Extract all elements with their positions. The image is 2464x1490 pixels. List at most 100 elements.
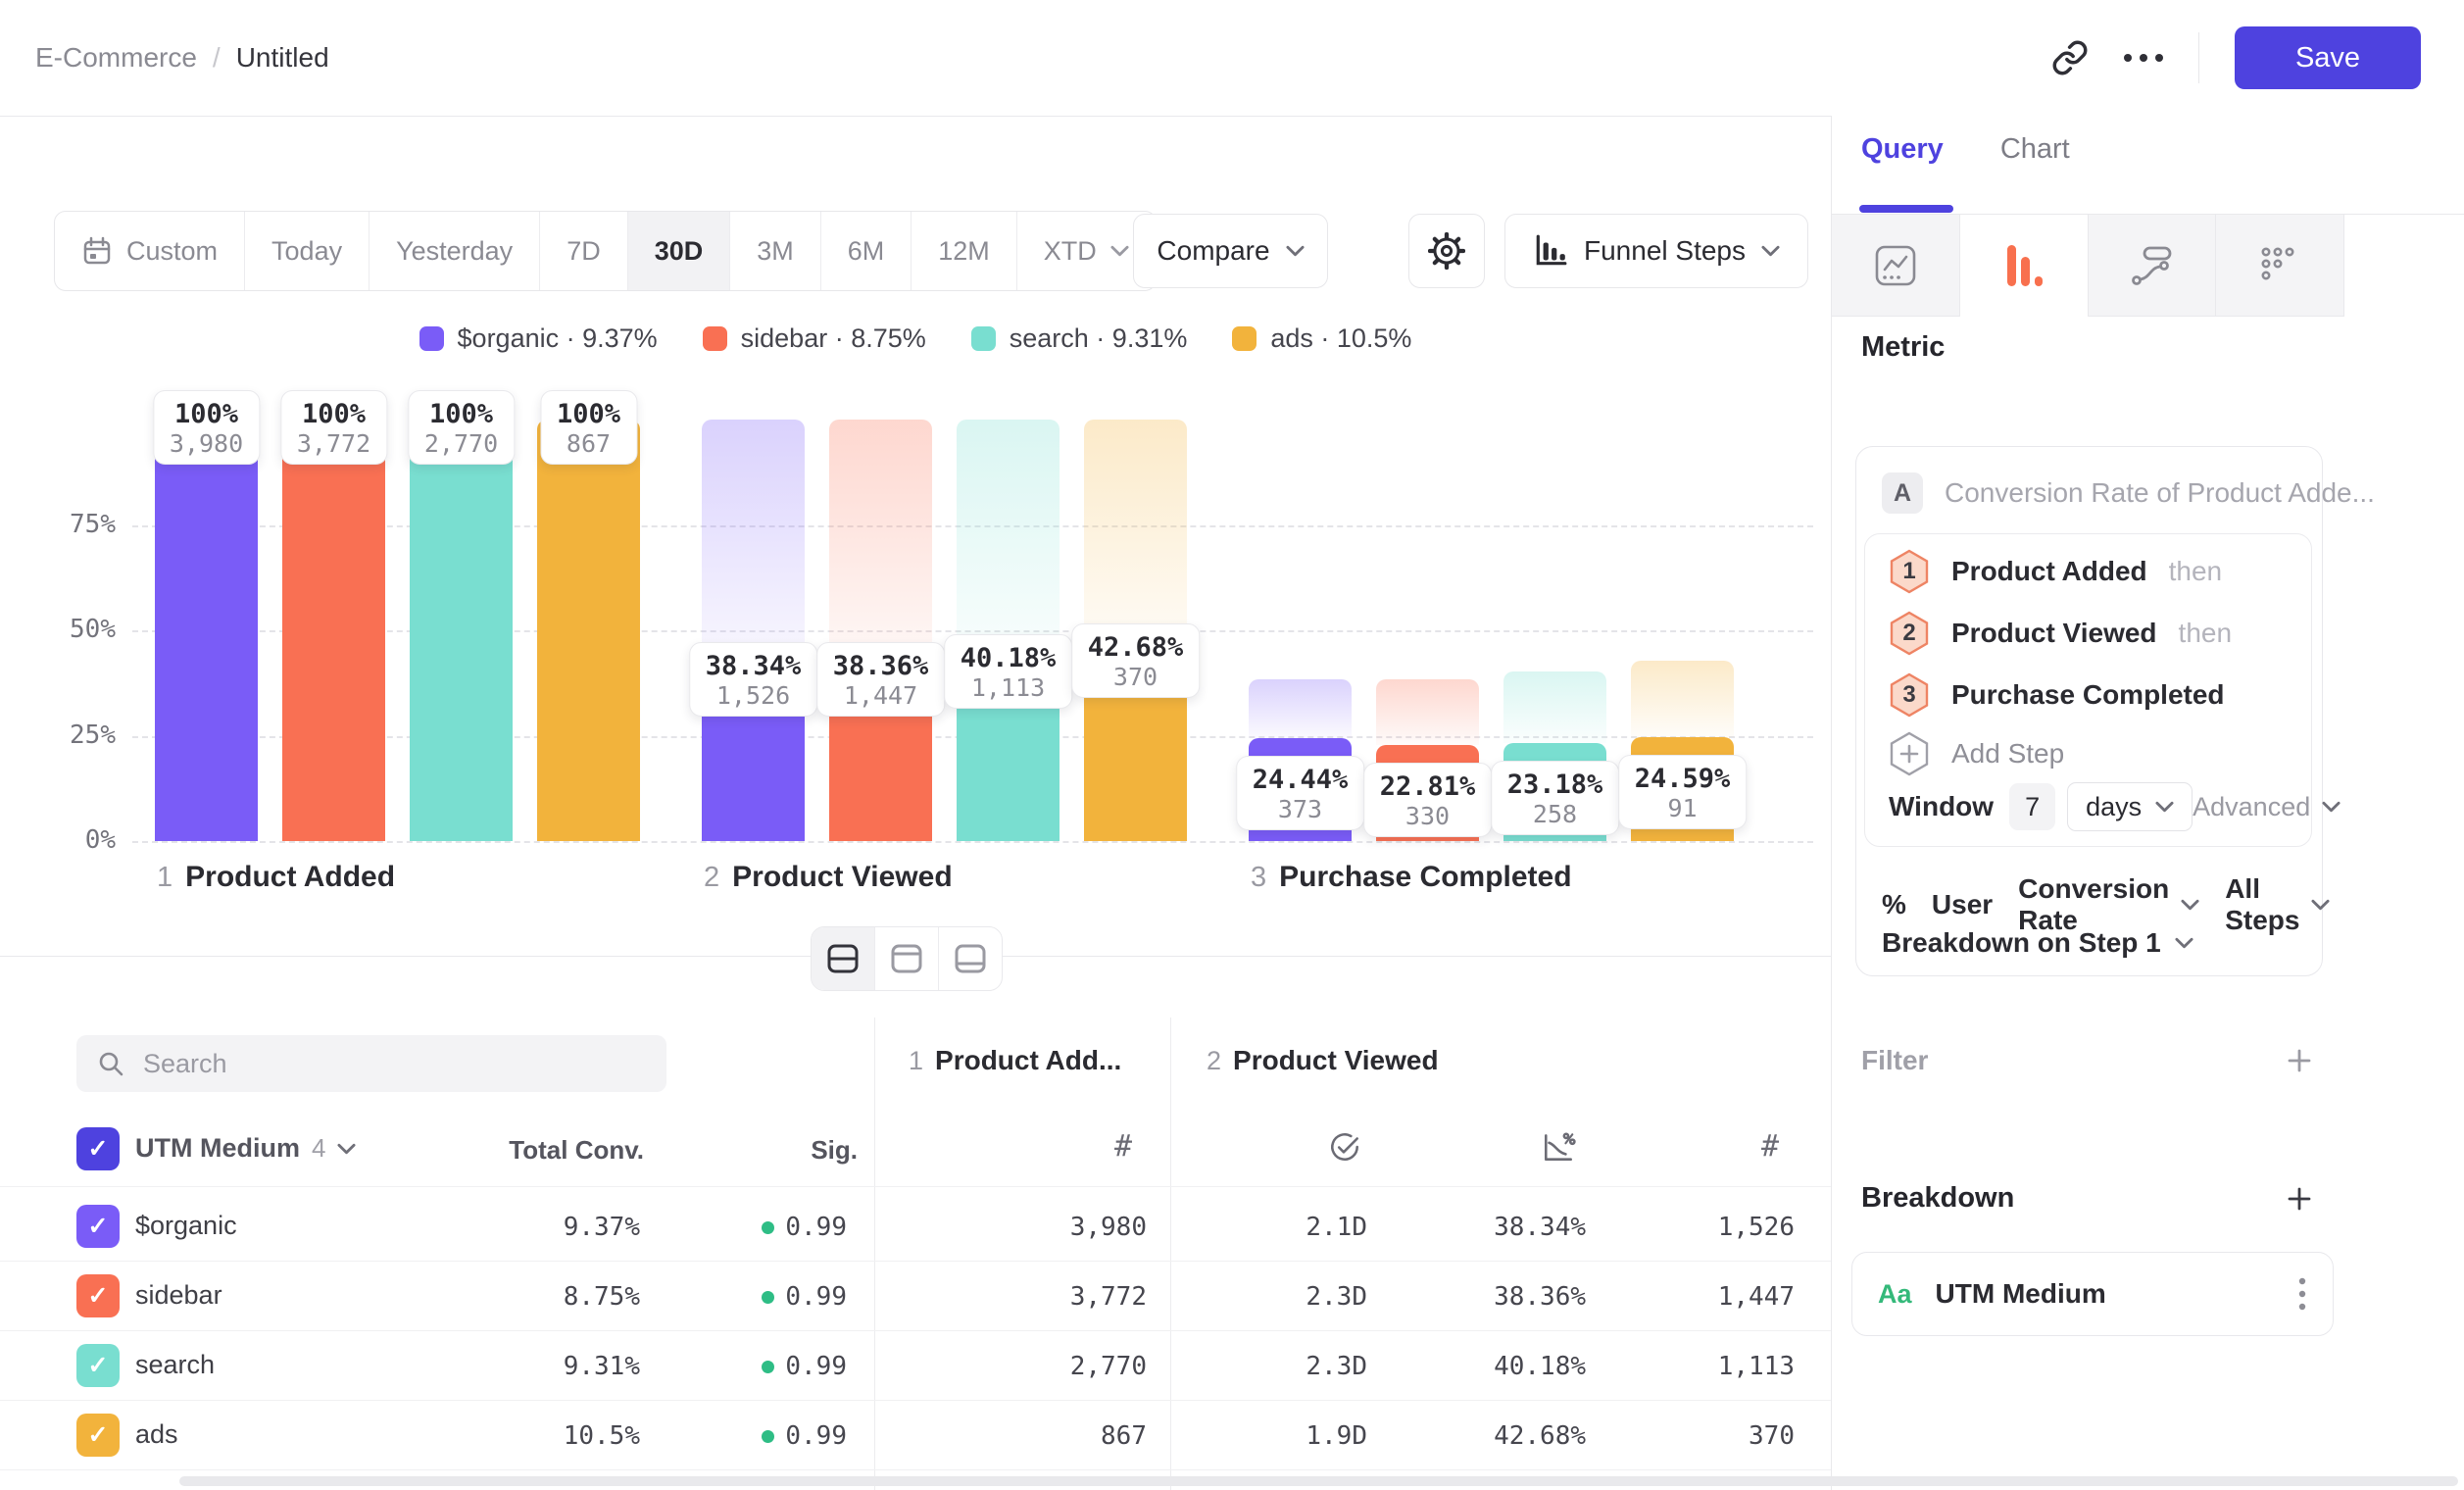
report-type-retention[interactable] xyxy=(2216,215,2344,317)
sig-value: 0.99 xyxy=(700,1213,847,1242)
advanced-toggle[interactable]: Advanced xyxy=(2193,792,2341,822)
date-range-custom[interactable]: Custom xyxy=(55,212,245,290)
share-link-icon[interactable] xyxy=(2051,39,2089,76)
row-checkbox[interactable]: ✓ xyxy=(76,1414,120,1457)
total-conv-header[interactable]: Total Conv. xyxy=(448,1135,644,1166)
add-filter-icon[interactable] xyxy=(2285,1046,2314,1075)
window-unit-select[interactable]: days xyxy=(2067,782,2193,831)
sig-header[interactable]: Sig. xyxy=(760,1135,858,1166)
chevron-down-icon xyxy=(2322,801,2341,813)
bar-value-label: 38.36%1,447 xyxy=(816,642,946,717)
window-value-input[interactable]: 7 xyxy=(2009,783,2055,830)
query-step-1[interactable]: 1Product Addedthen xyxy=(1889,544,2222,599)
breakdown-on-selector[interactable]: Breakdown on Step 1 xyxy=(1882,927,2193,959)
date-range-label: XTD xyxy=(1044,236,1097,267)
breakdown-on-label: Breakdown on Step 1 xyxy=(1882,927,2161,959)
date-range-today[interactable]: Today xyxy=(245,212,370,290)
bar-value-label: 38.34%1,526 xyxy=(689,642,818,717)
date-range-30d[interactable]: 30D xyxy=(628,212,731,290)
legend-item-organic[interactable]: $organic · 9.37% xyxy=(419,323,658,354)
gridline xyxy=(132,841,1813,843)
breakdown-property-card[interactable]: Aa UTM Medium xyxy=(1851,1252,2334,1336)
horizontal-scrollbar[interactable] xyxy=(179,1476,2458,1486)
date-range-label: 3M xyxy=(757,236,794,267)
y-tick-label: 50% xyxy=(27,615,116,644)
funnel-bar-sidebar-step1[interactable] xyxy=(282,420,385,841)
row-checkbox[interactable]: ✓ xyxy=(76,1344,120,1387)
report-type-flows[interactable] xyxy=(2089,215,2217,317)
report-type-tabs xyxy=(1832,215,2344,317)
step1-count: 3,772 xyxy=(941,1282,1147,1312)
chart-type-button[interactable]: Funnel Steps xyxy=(1504,214,1808,288)
row-checkbox[interactable]: ✓ xyxy=(76,1274,120,1317)
tab-chart[interactable]: Chart xyxy=(2000,133,2070,166)
metric-series-row[interactable]: A Conversion Rate of Product Adde... xyxy=(1882,472,2375,514)
entity-selector[interactable]: User xyxy=(1932,889,1993,920)
legend-item-ads[interactable]: ads · 10.5% xyxy=(1232,323,1411,354)
scope-selector[interactable]: All Steps xyxy=(2225,873,2330,936)
add-step-button[interactable]: Add Step xyxy=(1889,728,2064,779)
breakdown-column-header[interactable]: UTM Medium 4 xyxy=(135,1133,356,1164)
date-range-label: 6M xyxy=(848,236,885,267)
save-button[interactable]: Save xyxy=(2235,26,2421,89)
table-header-row: ✓ UTM Medium 4 Total Conv. Sig. # # xyxy=(0,1114,1831,1187)
funnel-ghost-bar xyxy=(702,420,805,679)
layout-toggle-split-view[interactable] xyxy=(812,927,875,990)
count-column-icon[interactable]: # xyxy=(1743,1129,1798,1164)
date-range-3m[interactable]: 3M xyxy=(730,212,821,290)
search-input[interactable] xyxy=(141,1048,647,1080)
select-all-checkbox[interactable]: ✓ xyxy=(76,1127,120,1170)
legend-item-sidebar[interactable]: sidebar · 8.75% xyxy=(703,323,926,354)
query-step-3[interactable]: 3Purchase Completed xyxy=(1889,668,2225,722)
y-tick-label: 0% xyxy=(27,825,116,855)
compare-button[interactable]: Compare xyxy=(1133,214,1328,288)
funnel-ghost-bar xyxy=(1631,661,1734,737)
step2-avg-time: 2.3D xyxy=(1161,1282,1367,1312)
table-row-ads[interactable]: ✓ads10.5%0.998671.9D42.68%370 xyxy=(0,1400,1831,1470)
step2-avg-time: 1.9D xyxy=(1161,1421,1367,1451)
legend-item-search[interactable]: search · 9.31% xyxy=(971,323,1188,354)
layout-toggle-chart-view[interactable] xyxy=(875,927,939,990)
table-search xyxy=(76,1035,666,1092)
total-conv-value: 8.75% xyxy=(434,1282,640,1312)
tab-query[interactable]: Query xyxy=(1861,133,1944,166)
table-row-organic[interactable]: ✓$organic9.37%0.993,9802.1D38.34%1,526 xyxy=(0,1191,1831,1262)
table-row-sidebar[interactable]: ✓sidebar8.75%0.993,7722.3D38.36%1,447 xyxy=(0,1261,1831,1331)
layout-toggle-table-view[interactable] xyxy=(939,927,1002,990)
table-row-search[interactable]: ✓search9.31%0.992,7702.3D40.18%1,113 xyxy=(0,1330,1831,1401)
row-name: search xyxy=(135,1350,215,1380)
date-range-7d[interactable]: 7D xyxy=(540,212,628,290)
date-range-yesterday[interactable]: Yesterday xyxy=(370,212,540,290)
kebab-menu-icon[interactable] xyxy=(2297,1276,2307,1312)
step-number-hexagon: 1 xyxy=(1889,549,1930,594)
breadcrumb-project[interactable]: E-Commerce xyxy=(35,42,197,74)
breadcrumb-report-title[interactable]: Untitled xyxy=(236,42,329,74)
chart-settings-button[interactable] xyxy=(1408,214,1485,288)
more-options-icon[interactable] xyxy=(2124,54,2163,62)
chevron-down-icon xyxy=(337,1143,356,1155)
sig-dot xyxy=(762,1361,774,1373)
step2-count: 370 xyxy=(1589,1421,1795,1451)
legend-label: ads · 10.5% xyxy=(1270,323,1411,354)
avg-time-column-icon[interactable] xyxy=(1317,1129,1372,1169)
date-range-6m[interactable]: 6M xyxy=(821,212,912,290)
funnel-bar-ads-step1[interactable] xyxy=(537,420,640,841)
table-step2-header: 2 Product Viewed xyxy=(1207,1045,1439,1076)
count-column-icon[interactable]: # xyxy=(1096,1129,1151,1164)
report-type-insights[interactable] xyxy=(1832,215,1960,317)
conv-rate-column-icon[interactable] xyxy=(1531,1129,1586,1169)
add-breakdown-icon[interactable] xyxy=(2285,1184,2314,1214)
query-step-2[interactable]: 2Product Viewedthen xyxy=(1889,606,2232,661)
chart-type-label: Funnel Steps xyxy=(1584,235,1746,267)
bar-value-label: 42.68%370 xyxy=(1071,623,1201,698)
sig-dot xyxy=(762,1291,774,1304)
funnel-bar-search-step1[interactable] xyxy=(410,420,513,841)
legend-swatch xyxy=(703,326,727,351)
date-range-12m[interactable]: 12M xyxy=(912,212,1017,290)
funnel-ghost-bar xyxy=(829,420,932,679)
report-type-funnels[interactable] xyxy=(1960,215,2089,317)
funnel-bar-organic-step1[interactable] xyxy=(155,420,258,841)
breadcrumb: E-Commerce / Untitled xyxy=(35,0,329,116)
row-checkbox[interactable]: ✓ xyxy=(76,1205,120,1248)
step1-count: 867 xyxy=(941,1421,1147,1451)
